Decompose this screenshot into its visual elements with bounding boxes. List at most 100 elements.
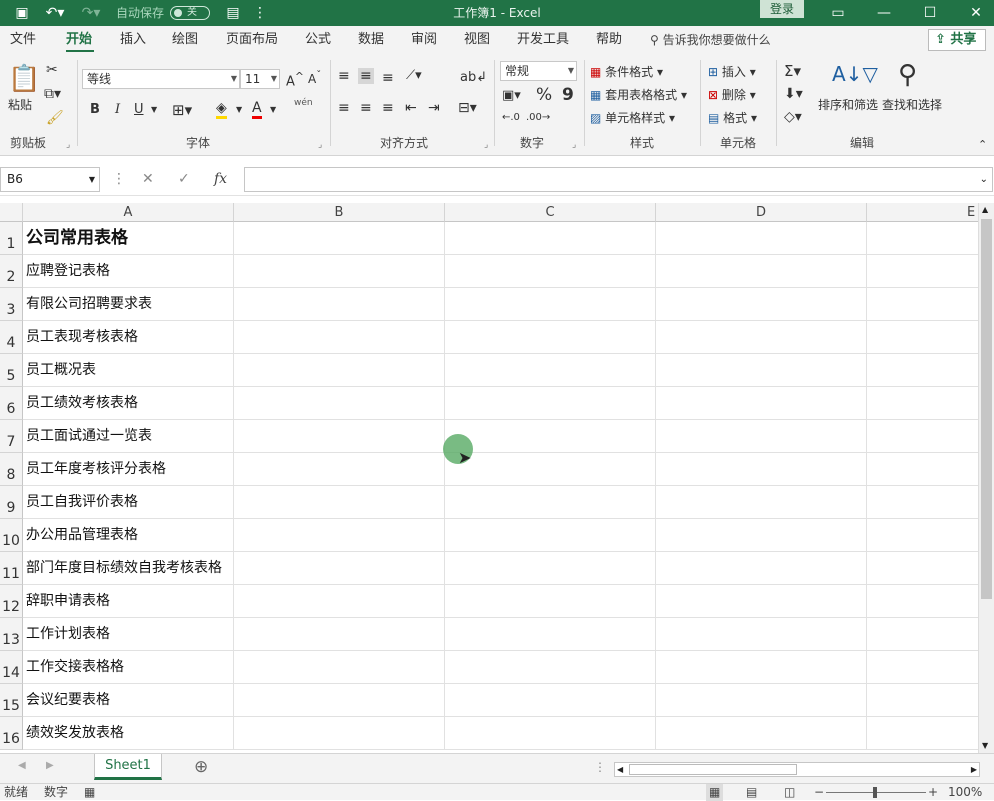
cell-b9[interactable] [234,486,445,519]
cell-e8[interactable] [867,453,978,486]
cell-b1[interactable] [234,222,445,255]
sheet-tab-sheet1[interactable]: Sheet1 [94,754,162,780]
decrease-font-icon[interactable]: Aˇ [308,70,321,86]
row-header-1[interactable]: 1 [0,222,23,255]
cell-a12[interactable]: 辞职申请表格 [23,585,234,618]
cell-d13[interactable] [656,618,867,651]
normal-view-icon[interactable]: ▦ [706,784,724,801]
cell-a3[interactable]: 有限公司招聘要求表 [23,288,234,321]
cell-e13[interactable] [867,618,978,651]
column-header-e[interactable]: E [867,203,978,222]
cell-b13[interactable] [234,618,445,651]
minimize-icon[interactable]: — [872,0,896,26]
cell-a5[interactable]: 员工概况表 [23,354,234,387]
cell-c4[interactable] [445,321,656,354]
cell-c8[interactable] [445,453,656,486]
tab-file[interactable]: 文件 [10,26,36,54]
cell-e12[interactable] [867,585,978,618]
cell-c1[interactable] [445,222,656,255]
row-header-8[interactable]: 8 [0,453,23,486]
merge-center-icon[interactable]: ⊟▾ [458,100,477,116]
row-header-14[interactable]: 14 [0,651,23,684]
align-bottom-icon[interactable]: ≡ [382,70,394,86]
increase-indent-icon[interactable]: ⇥ [428,100,440,116]
underline-button[interactable]: U [134,102,144,117]
align-middle-icon[interactable]: ≡ [358,68,374,84]
find-select-button[interactable]: 查找和选择 [882,96,942,113]
column-header-a[interactable]: A [23,203,234,222]
expand-formula-icon[interactable]: ⌄ [980,168,988,191]
cell-d16[interactable] [656,717,867,750]
close-icon[interactable]: ✕ [964,0,988,26]
next-sheet-icon[interactable]: ▶ [46,760,54,771]
orientation-icon[interactable]: ⟋▾ [406,68,422,83]
accounting-format-icon[interactable]: ▣▾ [502,88,521,103]
cell-e16[interactable] [867,717,978,750]
cell-a6[interactable]: 员工绩效考核表格 [23,387,234,420]
cell-d15[interactable] [656,684,867,717]
align-center-icon[interactable]: ≡ [360,100,372,116]
cell-e7[interactable] [867,420,978,453]
row-header-4[interactable]: 4 [0,321,23,354]
cell-e11[interactable] [867,552,978,585]
cell-e2[interactable] [867,255,978,288]
maximize-icon[interactable]: ☐ [918,0,942,26]
zoom-in-icon[interactable]: + [928,784,938,801]
cell-e5[interactable] [867,354,978,387]
splitter-icon[interactable]: ⋮ [594,760,606,774]
cell-e3[interactable] [867,288,978,321]
formula-input[interactable]: ⌄ [244,167,993,192]
zoom-slider-thumb[interactable] [873,787,877,798]
cell-d14[interactable] [656,651,867,684]
cell-d12[interactable] [656,585,867,618]
cell-a4[interactable]: 员工表现考核表格 [23,321,234,354]
cell-c11[interactable] [445,552,656,585]
cell-c13[interactable] [445,618,656,651]
fill-icon[interactable]: ⬇▾ [784,86,803,102]
cell-d8[interactable] [656,453,867,486]
cell-a7[interactable]: 员工面试通过一览表 [23,420,234,453]
zoom-out-icon[interactable]: − [814,784,824,801]
cell-styles-button[interactable]: ▨ 单元格样式 ▾ [590,109,675,126]
cell-d1[interactable] [656,222,867,255]
page-break-view-icon[interactable]: ◫ [784,784,795,801]
select-all-corner[interactable] [0,203,23,222]
cell-b2[interactable] [234,255,445,288]
tab-formulas[interactable]: 公式 [305,26,331,54]
cell-b10[interactable] [234,519,445,552]
cell-c6[interactable] [445,387,656,420]
align-left-icon[interactable]: ≡ [338,100,350,116]
italic-button[interactable]: I [115,102,120,117]
cell-d3[interactable] [656,288,867,321]
cell-b5[interactable] [234,354,445,387]
cell-a13[interactable]: 工作计划表格 [23,618,234,651]
cell-e10[interactable] [867,519,978,552]
tab-developer[interactable]: 开发工具 [517,26,569,54]
insert-cells-button[interactable]: ⊞ 插入 ▾ [708,63,756,80]
row-header-5[interactable]: 5 [0,354,23,387]
font-color-icon[interactable]: A [252,100,262,119]
login-button[interactable]: 登录 [760,0,804,18]
cell-b11[interactable] [234,552,445,585]
clear-icon[interactable]: ◇▾ [784,109,802,125]
collapse-ribbon-icon[interactable]: ⌃ [978,138,987,151]
align-top-icon[interactable]: ≡ [338,68,350,84]
cell-e4[interactable] [867,321,978,354]
decrease-decimal-icon[interactable]: .00→ [526,112,550,123]
cell-b14[interactable] [234,651,445,684]
row-header-10[interactable]: 10 [0,519,23,552]
clipboard-launcher-icon[interactable]: ⌟ [66,140,70,150]
font-size-select[interactable]: 11 ▼ [240,69,280,89]
format-as-table-button[interactable]: ▦ 套用表格格式 ▾ [590,86,687,103]
tell-me-search[interactable]: ⚲ 告诉我你想要做什么 [650,26,771,54]
cell-d11[interactable] [656,552,867,585]
tab-data[interactable]: 数据 [358,26,384,54]
wrap-text-icon[interactable]: ab↲ [460,70,487,85]
cancel-icon[interactable]: ✕ [142,167,154,192]
percent-style-button[interactable]: % [536,85,552,105]
row-header-12[interactable]: 12 [0,585,23,618]
cell-c2[interactable] [445,255,656,288]
cell-c12[interactable] [445,585,656,618]
cell-b12[interactable] [234,585,445,618]
cut-icon[interactable]: ✂ [46,62,58,78]
